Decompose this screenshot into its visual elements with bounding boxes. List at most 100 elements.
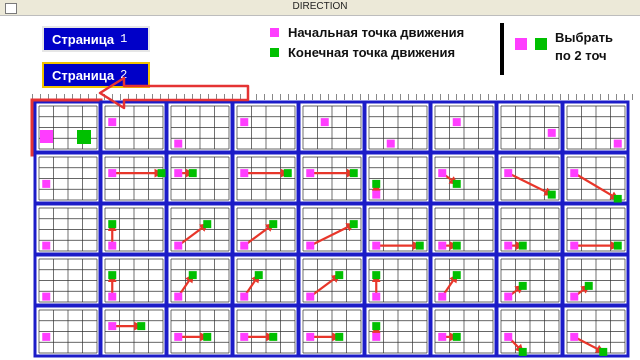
start-point-marker xyxy=(504,292,513,301)
direction-card[interactable] xyxy=(165,304,234,358)
direction-card[interactable] xyxy=(495,202,564,256)
card-frame xyxy=(99,304,168,358)
direction-card[interactable] xyxy=(297,100,366,154)
direction-card[interactable] xyxy=(495,151,564,205)
end-point-marker xyxy=(335,271,344,280)
direction-card[interactable] xyxy=(33,253,102,307)
direction-card[interactable] xyxy=(297,253,366,307)
start-point-marker xyxy=(320,118,329,127)
direction-card[interactable] xyxy=(561,151,630,205)
end-point-marker xyxy=(188,271,197,280)
direction-card[interactable] xyxy=(231,253,300,307)
direction-card[interactable] xyxy=(297,304,366,358)
end-point-marker xyxy=(77,130,91,144)
start-point-marker xyxy=(40,130,53,143)
direction-card[interactable] xyxy=(99,253,168,307)
direction-card[interactable] xyxy=(33,304,102,358)
start-point-marker xyxy=(438,169,447,178)
end-point-marker xyxy=(108,271,117,280)
card-frame xyxy=(165,151,234,205)
end-point-marker xyxy=(188,169,197,178)
direction-card[interactable] xyxy=(429,253,498,307)
start-point-marker xyxy=(306,292,315,301)
end-point-marker xyxy=(452,332,461,341)
end-point-marker xyxy=(108,220,117,229)
start-point-marker xyxy=(240,241,249,250)
direction-card[interactable] xyxy=(231,202,300,256)
direction-card[interactable] xyxy=(429,304,498,358)
start-point-marker xyxy=(306,169,315,178)
start-point-marker xyxy=(108,241,117,250)
start-point-marker xyxy=(174,332,183,341)
direction-card[interactable] xyxy=(297,202,366,256)
direction-card[interactable] xyxy=(297,151,366,205)
start-point-marker xyxy=(42,179,51,188)
direction-card[interactable] xyxy=(429,202,498,256)
direction-card[interactable] xyxy=(99,202,168,256)
direction-card[interactable] xyxy=(33,202,102,256)
end-point-marker xyxy=(203,332,212,341)
card-frame xyxy=(231,151,300,205)
direction-card[interactable] xyxy=(363,151,432,205)
start-point-marker xyxy=(438,332,447,341)
direction-card[interactable] xyxy=(30,98,103,157)
start-point-marker xyxy=(452,118,461,127)
card-frame xyxy=(33,100,102,154)
start-point-marker xyxy=(108,118,117,127)
direction-card[interactable] xyxy=(99,151,168,205)
end-point-marker xyxy=(547,190,556,199)
start-point-marker xyxy=(504,169,513,178)
card-frame xyxy=(297,151,366,205)
end-point-marker xyxy=(584,281,593,290)
direction-card[interactable] xyxy=(33,151,102,205)
end-point-marker xyxy=(518,281,527,290)
direction-card[interactable] xyxy=(495,100,564,154)
card-frame xyxy=(363,304,432,358)
start-point-marker xyxy=(372,332,381,341)
start-point-marker xyxy=(570,241,579,250)
card-frame xyxy=(429,304,498,358)
direction-card[interactable] xyxy=(99,304,168,358)
direction-card[interactable] xyxy=(363,100,432,154)
direction-card[interactable] xyxy=(429,151,498,205)
start-point-marker xyxy=(240,118,249,127)
direction-card[interactable] xyxy=(561,304,630,358)
start-point-marker xyxy=(240,332,249,341)
start-point-marker xyxy=(108,292,117,301)
start-point-marker xyxy=(174,241,183,250)
direction-card[interactable] xyxy=(231,151,300,205)
direction-card[interactable] xyxy=(165,151,234,205)
direction-card[interactable] xyxy=(495,304,564,358)
direction-card[interactable] xyxy=(165,253,234,307)
start-point-marker xyxy=(306,332,315,341)
direction-card[interactable] xyxy=(429,100,498,154)
start-point-marker xyxy=(174,139,183,148)
end-point-marker xyxy=(137,322,146,331)
direction-card[interactable] xyxy=(231,100,300,154)
start-point-marker xyxy=(570,169,579,178)
direction-card[interactable] xyxy=(363,202,432,256)
direction-card[interactable] xyxy=(561,100,630,154)
end-point-marker xyxy=(372,179,381,188)
start-point-marker xyxy=(570,332,579,341)
card-frame xyxy=(33,304,102,358)
direction-card[interactable] xyxy=(231,304,300,358)
direction-card[interactable] xyxy=(99,100,168,154)
card-frame xyxy=(429,100,498,154)
end-point-marker xyxy=(349,169,358,178)
direction-card[interactable] xyxy=(495,253,564,307)
direction-card[interactable] xyxy=(165,100,234,154)
cards-board xyxy=(30,76,630,358)
card-frame xyxy=(429,151,498,205)
direction-card[interactable] xyxy=(165,202,234,256)
direction-card[interactable] xyxy=(363,253,432,307)
app-window: DIRECTION Страница 1 Страница 2 Начальна… xyxy=(0,0,640,360)
card-frame xyxy=(297,100,366,154)
direction-card[interactable] xyxy=(561,253,630,307)
card-frame xyxy=(33,151,102,205)
end-point-marker xyxy=(599,347,608,356)
direction-card[interactable] xyxy=(561,202,630,256)
card-frame xyxy=(363,100,432,154)
direction-card[interactable] xyxy=(363,304,432,358)
start-point-marker xyxy=(108,169,117,178)
